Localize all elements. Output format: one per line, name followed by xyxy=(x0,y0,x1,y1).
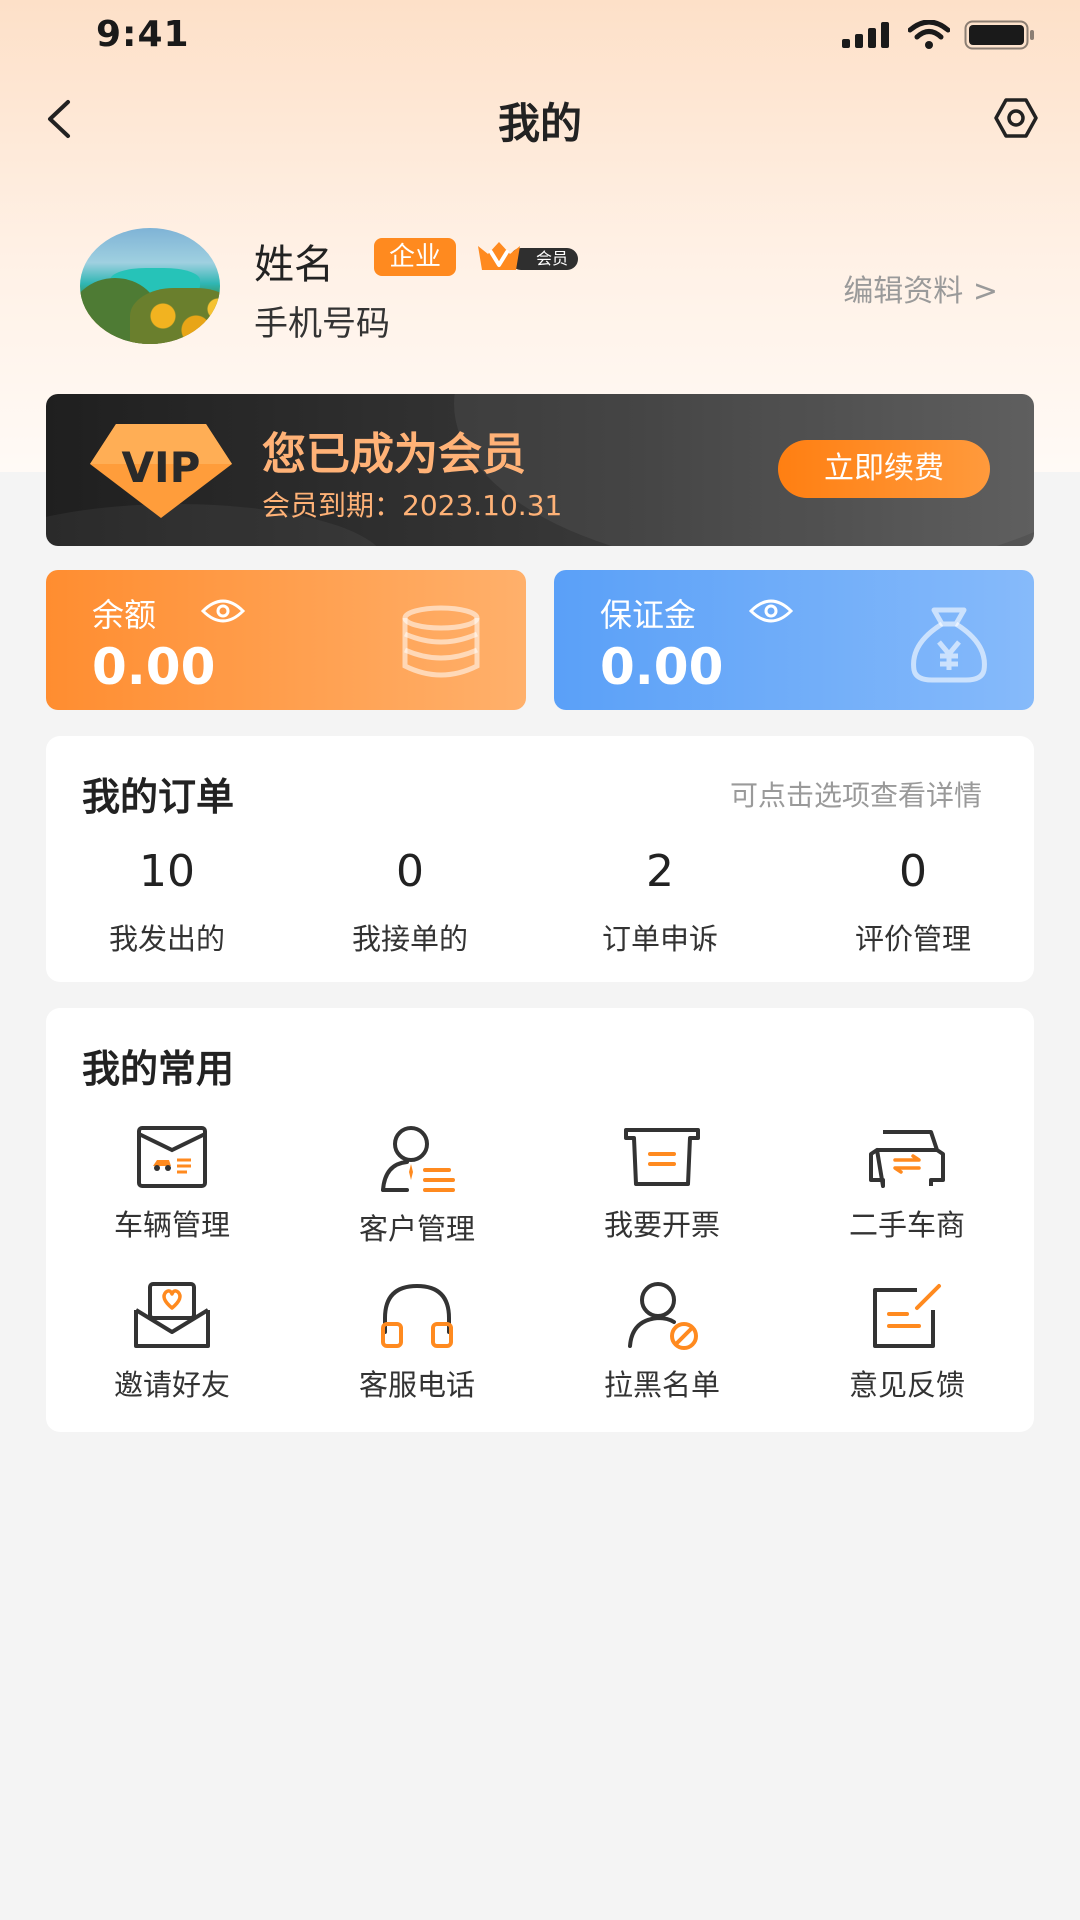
status-bar: 9:41 xyxy=(0,0,1080,70)
order-item-sent[interactable]: 10 我发出的 xyxy=(67,844,267,958)
common-functions-panel: 我的常用 车辆管理 客户管理 我要开票 二手车商 邀请好友 客服电话 拉黑名单 … xyxy=(46,1008,1034,1432)
nav-bar: 我的 xyxy=(0,80,1080,160)
shortcut-label: 二手车商 xyxy=(848,1208,965,1242)
renew-button[interactable]: 立即续费 xyxy=(778,440,990,498)
deposit-value: 0.00 xyxy=(600,638,724,696)
orders-title: 我的订单 xyxy=(82,775,235,819)
coins-icon xyxy=(402,605,480,678)
profile-name: 姓名 xyxy=(254,242,334,288)
deposit-label: 保证金 xyxy=(600,596,697,634)
order-item-reviews[interactable]: 0 评价管理 xyxy=(813,844,1013,958)
order-count: 0 xyxy=(396,846,424,897)
invite-friends-icon xyxy=(134,1282,210,1348)
shortcut-customer-management[interactable]: 客户管理 xyxy=(317,1124,517,1248)
edit-profile-link[interactable]: 编辑资料 > xyxy=(843,266,998,310)
balance-card[interactable]: 余额 0.00 xyxy=(46,570,526,710)
invoice-icon xyxy=(624,1128,700,1186)
vehicle-management-icon xyxy=(137,1126,207,1188)
customer-management-icon xyxy=(381,1126,455,1192)
deposit-card[interactable]: 保证金 0.00 xyxy=(554,570,1034,710)
shortcut-label: 我要开票 xyxy=(603,1208,720,1242)
settings-icon[interactable] xyxy=(992,94,1040,142)
vip-expiry: 会员到期：2023.10.31 xyxy=(262,489,563,522)
status-time: 9:41 xyxy=(96,14,190,55)
profile-phone: 手机号码 xyxy=(254,304,390,344)
order-label: 订单申诉 xyxy=(601,922,718,956)
crown-icon xyxy=(478,242,520,270)
order-count: 10 xyxy=(139,846,195,897)
balance-label: 余额 xyxy=(92,596,157,634)
vip-diamond-icon: VIP xyxy=(90,424,232,518)
shortcut-label: 客服电话 xyxy=(358,1368,475,1402)
member-badge: 会员 xyxy=(476,238,578,276)
enterprise-badge: 企业 xyxy=(374,238,456,276)
profile-section: 姓名 企业 会员 手机号码 编辑资料 > xyxy=(0,224,1080,354)
shortcut-blacklist[interactable]: 拉黑名单 xyxy=(562,1280,762,1404)
battery-icon xyxy=(964,20,1034,50)
shortcut-invoice[interactable]: 我要开票 xyxy=(562,1124,762,1244)
common-title: 我的常用 xyxy=(82,1047,235,1091)
order-label: 我发出的 xyxy=(108,922,225,956)
eye-icon[interactable] xyxy=(200,596,246,626)
order-item-appeal[interactable]: 2 订单申诉 xyxy=(560,844,760,958)
vip-title: 您已成为会员 xyxy=(262,429,526,480)
shortcut-vehicle-management[interactable]: 车辆管理 xyxy=(72,1124,272,1244)
shortcut-label: 客户管理 xyxy=(358,1212,475,1246)
svg-text:VIP: VIP xyxy=(122,443,201,492)
shortcut-label: 拉黑名单 xyxy=(603,1368,720,1402)
money-bag-icon xyxy=(911,607,987,683)
headset-icon xyxy=(381,1283,453,1348)
orders-panel: 我的订单 可点击选项查看详情 10 我发出的 0 我接单的 2 订单申诉 0 评… xyxy=(46,736,1034,982)
order-count: 2 xyxy=(646,846,674,897)
vip-card: VIP 您已成为会员 会员到期：2023.10.31 立即续费 xyxy=(46,394,1034,546)
shortcut-label: 车辆管理 xyxy=(113,1208,230,1242)
shortcut-feedback[interactable]: 意见反馈 xyxy=(807,1280,1007,1404)
used-car-dealer-icon xyxy=(869,1130,945,1188)
shortcut-customer-service[interactable]: 客服电话 xyxy=(317,1280,517,1404)
order-count: 0 xyxy=(899,846,927,897)
order-item-received[interactable]: 0 我接单的 xyxy=(310,844,510,958)
shortcut-invite-friends[interactable]: 邀请好友 xyxy=(72,1280,272,1404)
shortcut-label: 邀请好友 xyxy=(113,1368,230,1402)
order-label: 我接单的 xyxy=(351,922,468,956)
shortcut-label: 意见反馈 xyxy=(848,1368,965,1402)
blacklist-icon xyxy=(628,1282,698,1350)
eye-icon[interactable] xyxy=(748,596,794,626)
balance-value: 0.00 xyxy=(92,638,216,696)
wifi-icon xyxy=(908,20,950,49)
shortcut-used-car-dealer[interactable]: 二手车商 xyxy=(807,1124,1007,1244)
orders-hint: 可点击选项查看详情 xyxy=(729,779,982,812)
page-title: 我的 xyxy=(497,99,582,148)
order-label: 评价管理 xyxy=(854,922,971,956)
signal-icon xyxy=(842,22,889,48)
status-icons xyxy=(842,20,1036,50)
avatar[interactable] xyxy=(80,228,220,344)
feedback-icon xyxy=(873,1284,941,1348)
